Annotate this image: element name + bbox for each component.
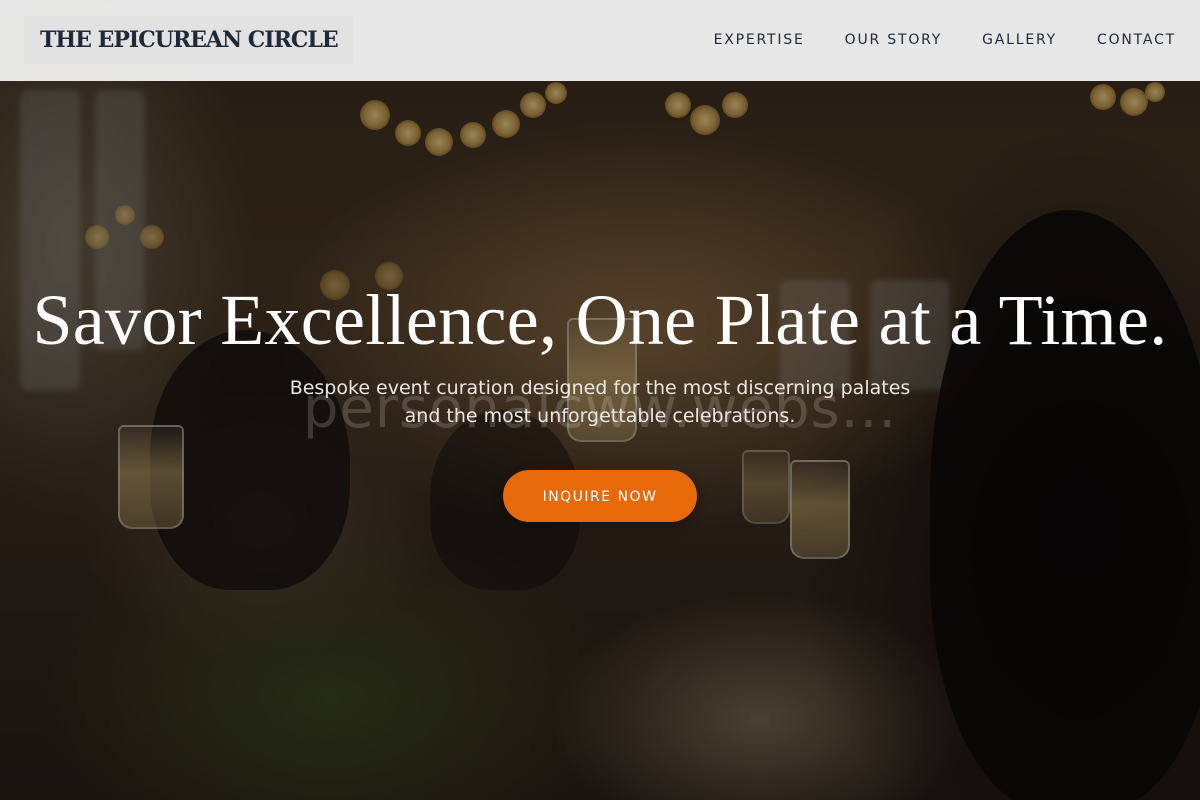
landing-page: THE EPICUREAN CIRCLE EXPERTISE OUR STORY… — [0, 0, 1200, 800]
hero-section: Savor Excellence, One Plate at a Time. B… — [0, 270, 1200, 522]
hero-title: Savor Excellence, One Plate at a Time. — [32, 280, 1168, 360]
hero-subtitle-line-2: and the most unforgettable celebrations. — [404, 405, 796, 427]
nav-link-expertise[interactable]: EXPERTISE — [714, 32, 805, 48]
nav-link-contact[interactable]: CONTACT — [1097, 32, 1176, 48]
inquire-now-button[interactable]: INQUIRE NOW — [503, 470, 697, 522]
brand-logo[interactable]: THE EPICUREAN CIRCLE — [24, 16, 354, 64]
hero-subtitle-line-1: Bespoke event curation designed for the … — [289, 377, 911, 399]
nav-link-gallery[interactable]: GALLERY — [982, 32, 1057, 48]
nav-link-our-story[interactable]: OUR STORY — [845, 32, 943, 48]
main-navigation: EXPERTISE OUR STORY GALLERY CONTACT — [714, 0, 1176, 80]
hero-subtitle: Bespoke event curation designed for the … — [250, 374, 950, 430]
site-header: THE EPICUREAN CIRCLE EXPERTISE OUR STORY… — [0, 0, 1200, 81]
